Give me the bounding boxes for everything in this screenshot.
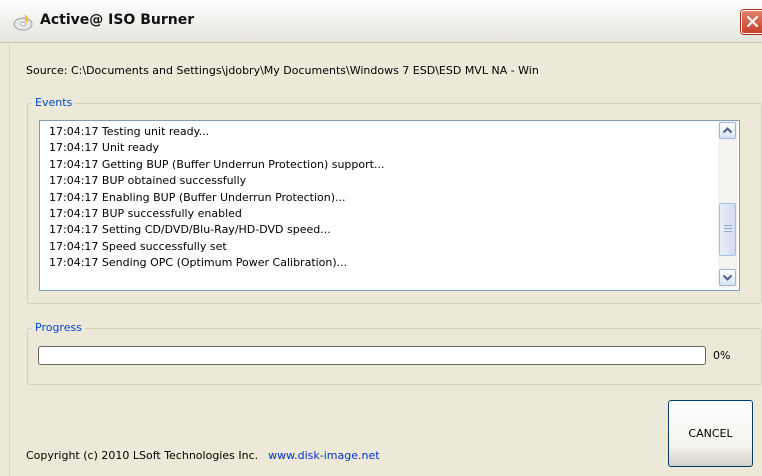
events-group-label: Events: [32, 96, 76, 109]
chevron-down-icon: [722, 274, 733, 281]
iso-burner-window: Active@ ISO Burner Source: C:\Documents …: [0, 0, 762, 476]
events-scrollbar[interactable]: [718, 121, 737, 288]
progress-bar: [38, 346, 706, 365]
close-button[interactable]: [741, 10, 762, 34]
list-item: 17:04:17 Setting CD/DVD/Blu-Ray/HD-DVD s…: [49, 223, 331, 237]
close-icon: [746, 15, 759, 28]
title-bar[interactable]: Active@ ISO Burner: [0, 0, 762, 43]
grip-line: [724, 228, 732, 229]
list-item: 17:04:17 Testing unit ready...: [49, 125, 210, 138]
grip-line: [724, 225, 732, 226]
progress-percent: 0%: [713, 349, 731, 362]
progress-group-label: Progress: [32, 321, 85, 334]
footer: Copyright (c) 2010 LSoft Technologies In…: [26, 449, 380, 462]
cancel-button[interactable]: CANCEL: [668, 400, 753, 467]
list-item: 17:04:17 Getting BUP (Buffer Underrun Pr…: [49, 157, 385, 171]
source-path: Source: C:\Documents and Settings\jdobry…: [26, 64, 539, 77]
scroll-down-button[interactable]: [719, 269, 736, 286]
disc-burner-icon: [12, 13, 34, 31]
events-log-lines: 17:04:17 Testing unit ready... 17:04:17 …: [49, 124, 384, 272]
window-title: Active@ ISO Burner: [40, 12, 195, 28]
list-item: 17:04:17 BUP obtained successfully: [49, 174, 247, 188]
copyright-text: Copyright (c) 2010 LSoft Technologies In…: [26, 449, 259, 462]
website-link[interactable]: www.disk-image.net: [268, 449, 379, 462]
chevron-up-icon: [722, 127, 733, 134]
list-item: 17:04:17 Sending OPC (Optimum Power Cali…: [49, 256, 348, 270]
list-item: 17:04:17 BUP successfully enabled: [49, 207, 242, 221]
list-item: 17:04:17 Speed successfully set: [49, 239, 227, 253]
list-item: 17:04:17 Enabling BUP (Buffer Underrun P…: [49, 190, 346, 204]
scroll-up-button[interactable]: [719, 122, 736, 139]
grip-line: [724, 231, 732, 232]
events-log-list[interactable]: 17:04:17 Testing unit ready... 17:04:17 …: [39, 120, 740, 291]
scroll-thumb[interactable]: [719, 203, 736, 256]
list-item: 17:04:17 Unit ready: [49, 141, 160, 155]
